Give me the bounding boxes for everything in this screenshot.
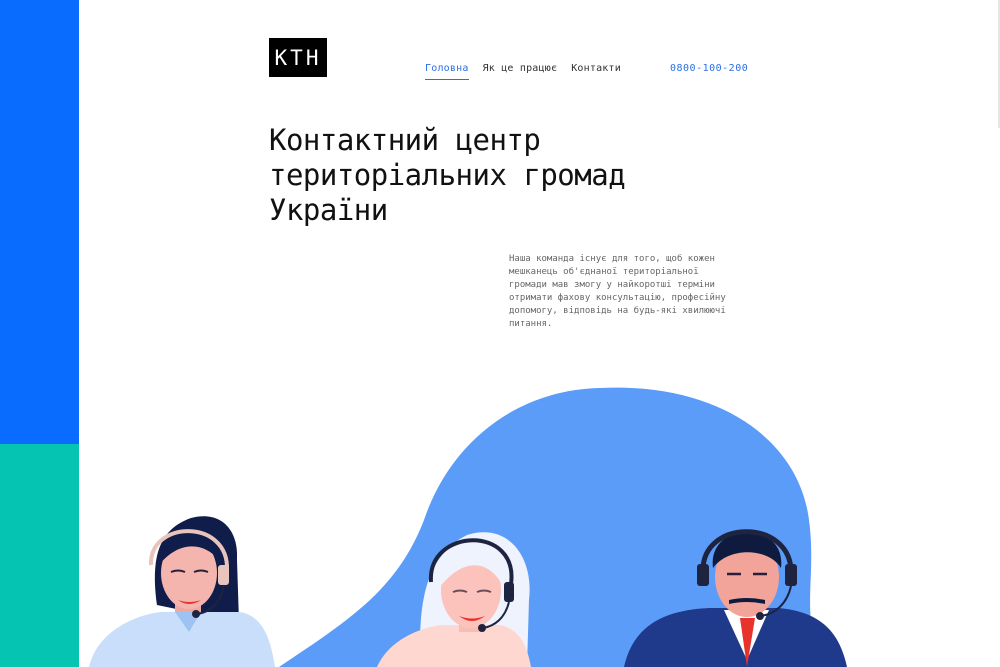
operator-woman-dark-hair <box>89 516 275 667</box>
main-nav: Головна Як це працює Контакти <box>425 63 621 80</box>
side-accent-blue <box>0 0 79 444</box>
logo[interactable]: КТН <box>269 38 327 77</box>
side-accent-teal <box>0 444 79 667</box>
nav-item-home[interactable]: Головна <box>425 63 469 80</box>
nav-item-how-it-works[interactable]: Як це працює <box>483 63 558 80</box>
phone-link[interactable]: 0800-100-200 <box>670 63 748 74</box>
nav-item-contacts[interactable]: Контакти <box>571 63 621 80</box>
hero-title: Контактний центр територіальних громад У… <box>269 123 626 227</box>
call-center-illustration <box>89 387 847 667</box>
hero-description: Наша команда існує для того, щоб кожен м… <box>509 254 726 329</box>
